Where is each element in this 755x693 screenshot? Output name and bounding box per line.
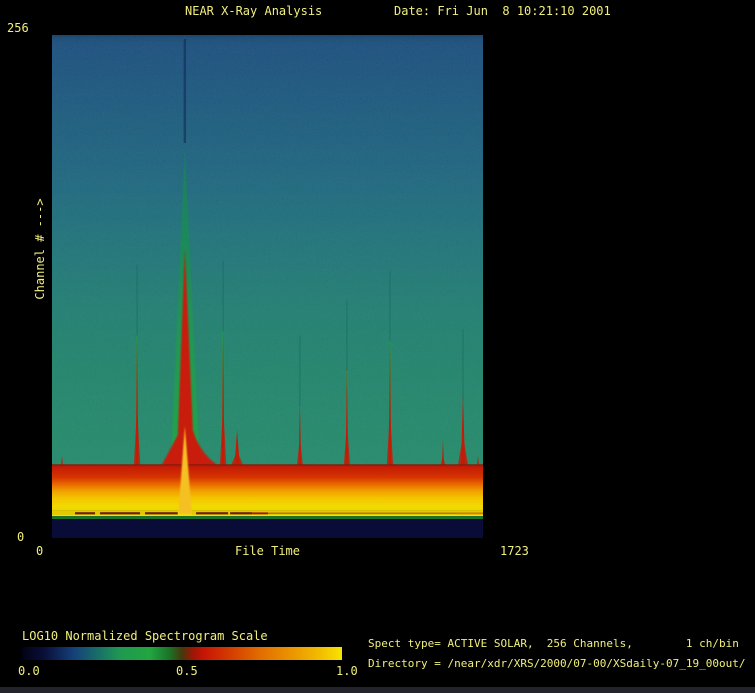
colorbar-tick-max: 1.0 — [336, 664, 358, 678]
colorbar-tick-min: 0.0 — [18, 664, 40, 678]
near-xray-analysis-window: NEAR X-Ray Analysis Date: Fri Jun 8 10:2… — [0, 0, 755, 693]
spectrogram-canvas — [52, 35, 483, 538]
colorbar-gradient — [22, 647, 342, 660]
window-bottom-edge — [0, 687, 755, 693]
x-axis-title: File Time — [52, 544, 483, 558]
x-axis-max-label: 1723 — [500, 544, 529, 558]
spectrogram-svg — [52, 35, 483, 538]
y-axis-min-label: 0 — [17, 530, 24, 544]
colorbar-title: LOG10 Normalized Spectrogram Scale — [22, 629, 268, 643]
spect-type-info: Spect type= ACTIVE SOLAR, 256 Channels, … — [368, 637, 739, 651]
page-title: NEAR X-Ray Analysis — [185, 4, 322, 18]
header-date: Date: Fri Jun 8 10:21:10 2001 — [394, 4, 611, 18]
x-axis-min-label: 0 — [36, 544, 43, 558]
directory-info: Directory = /near/xdr/XRS/2000/07-00/XSd… — [368, 657, 746, 671]
y-axis-title: Channel # ---> — [33, 184, 47, 314]
colorbar-tick-mid: 0.5 — [176, 664, 198, 678]
y-axis-max-label: 256 — [7, 21, 29, 35]
